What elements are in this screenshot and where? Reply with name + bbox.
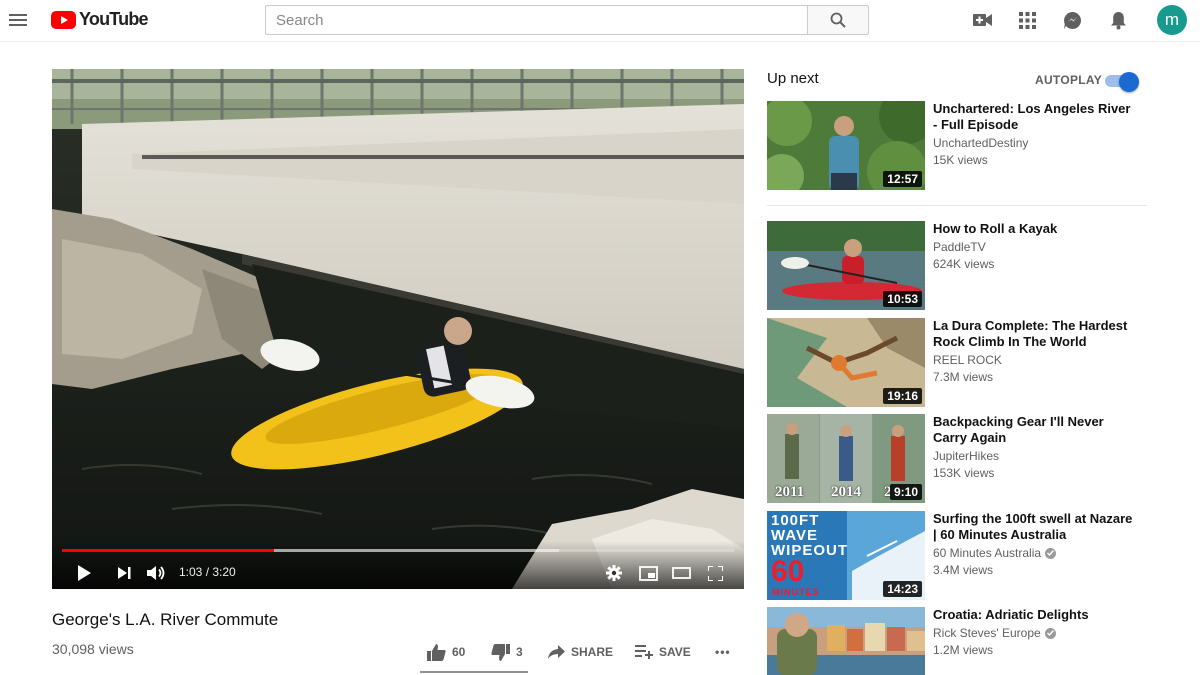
video-views: 153K views bbox=[933, 466, 995, 480]
dislike-count: 3 bbox=[516, 645, 523, 659]
video-views: 15K views bbox=[933, 153, 988, 167]
search-input[interactable] bbox=[265, 5, 807, 35]
save-label: SAVE bbox=[659, 645, 691, 659]
fullscreen-icon[interactable] bbox=[705, 563, 725, 583]
messages-icon[interactable] bbox=[1062, 10, 1082, 30]
recommended-video[interactable]: 19:16 La Dura Complete: The Hardest Rock… bbox=[767, 318, 1147, 408]
thumbnail-year-label: 2014 bbox=[831, 484, 861, 500]
settings-gear-icon[interactable] bbox=[604, 563, 624, 583]
save-button[interactable]: SAVE bbox=[635, 641, 691, 663]
youtube-logo[interactable]: YouTube bbox=[51, 9, 149, 30]
top-bar: YouTube m bbox=[0, 0, 1200, 42]
video-views: 624K views bbox=[933, 257, 995, 271]
video-thumbnail: 2011 2014 2 9:10 bbox=[767, 414, 925, 503]
video-duration: 12:57 bbox=[883, 171, 922, 187]
share-button[interactable]: SHARE bbox=[548, 641, 613, 663]
like-count: 60 bbox=[452, 645, 466, 659]
theater-mode-icon[interactable] bbox=[670, 563, 692, 583]
video-title: Backpacking Gear I'll Never Carry Again bbox=[933, 414, 1104, 445]
video-views: 1.2M views bbox=[933, 643, 994, 657]
more-dots-icon: ••• bbox=[715, 645, 731, 659]
video-frame-kayak-under-bridge bbox=[52, 69, 744, 589]
channel-name: UnchartedDestiny bbox=[933, 136, 1029, 150]
menu-icon[interactable] bbox=[4, 6, 32, 34]
channel-name: REEL ROCK bbox=[933, 353, 1002, 367]
video-thumbnail: 10:53 bbox=[767, 221, 925, 310]
search-button[interactable] bbox=[807, 5, 869, 35]
video-duration: 10:53 bbox=[883, 291, 922, 307]
channel-name: 60 Minutes Australia bbox=[933, 546, 1057, 560]
autoplay-toggle[interactable] bbox=[1105, 72, 1139, 92]
video-thumbnail: 19:16 bbox=[767, 318, 925, 407]
thumbs-up-icon bbox=[427, 643, 446, 661]
video-duration: 9:10 bbox=[889, 484, 922, 500]
recommended-video[interactable]: Croatia: Adriatic Delights Rick Steves' … bbox=[767, 607, 1147, 675]
video-title: Unchartered: Los Angeles River - Full Ep… bbox=[933, 101, 1131, 132]
divider bbox=[767, 205, 1147, 206]
video-views: 3.4M views bbox=[933, 563, 994, 577]
playlist-add-icon bbox=[635, 645, 653, 659]
avatar[interactable]: m bbox=[1157, 5, 1187, 35]
more-actions-button[interactable]: ••• bbox=[715, 641, 731, 663]
channel-name: PaddleTV bbox=[933, 240, 986, 254]
like-button[interactable]: 60 bbox=[427, 641, 465, 663]
video-title: George's L.A. River Commute bbox=[52, 610, 279, 629]
thumbnail-croatia-harbor bbox=[767, 607, 925, 675]
thumbnail-year-label: 2011 bbox=[775, 484, 805, 500]
recommended-video[interactable]: 10:53 How to Roll a Kayak PaddleTV 624K … bbox=[767, 221, 1147, 311]
video-thumbnail: 100FT WAVE WIPEOUT 60 MINUTES 14:23 bbox=[767, 511, 925, 600]
verified-check-icon bbox=[1044, 627, 1056, 639]
progress-played bbox=[62, 549, 274, 552]
play-icon[interactable] bbox=[74, 563, 94, 583]
video-thumbnail: 12:57 bbox=[767, 101, 925, 190]
view-count: 30,098 views bbox=[52, 641, 134, 657]
video-thumbnail bbox=[767, 607, 925, 675]
up-next-video[interactable]: 12:57 Unchartered: Los Angeles River - F… bbox=[767, 101, 1147, 191]
bell-icon[interactable] bbox=[1108, 10, 1128, 30]
next-icon[interactable] bbox=[114, 563, 134, 583]
search-bar bbox=[265, 5, 869, 35]
recommended-video[interactable]: 2011 2014 2 9:10 Backpacking Gear I'll N… bbox=[767, 414, 1147, 504]
miniplayer-icon[interactable] bbox=[637, 563, 659, 583]
video-title: Surfing the 100ft swell at Nazare | 60 M… bbox=[933, 511, 1133, 542]
player-controls: 1:03 / 3:20 bbox=[52, 541, 744, 589]
progress-bar[interactable] bbox=[62, 549, 734, 552]
volume-icon[interactable] bbox=[146, 563, 168, 583]
channel-name: Rick Steves' Europe bbox=[933, 626, 1056, 640]
autoplay-label: AUTOPLAY bbox=[1035, 73, 1103, 87]
share-arrow-icon bbox=[548, 645, 565, 659]
logo-text: YouTube bbox=[79, 9, 149, 29]
toggle-knob bbox=[1119, 72, 1139, 92]
video-duration: 19:16 bbox=[883, 388, 922, 404]
sixty-minutes-logo: 60 bbox=[771, 555, 805, 588]
video-title: La Dura Complete: The Hardest Rock Climb… bbox=[933, 318, 1128, 349]
video-camera-icon[interactable] bbox=[972, 10, 992, 30]
verified-check-icon bbox=[1045, 547, 1057, 559]
thumbnail-caption: 100FT WAVE WIPEOUT bbox=[771, 512, 848, 559]
up-next-heading: Up next bbox=[767, 70, 819, 87]
search-icon bbox=[830, 12, 846, 28]
thumbs-down-icon bbox=[491, 643, 510, 661]
video-title: How to Roll a Kayak bbox=[933, 221, 1058, 236]
youtube-play-logo-icon bbox=[51, 10, 76, 29]
video-views: 7.3M views bbox=[933, 370, 994, 384]
share-label: SHARE bbox=[571, 645, 614, 659]
sentiment-bar bbox=[420, 671, 528, 673]
video-duration: 14:23 bbox=[883, 581, 922, 597]
minutes-logo-text: MINUTES bbox=[772, 587, 820, 597]
channel-name: JupiterHikes bbox=[933, 449, 1000, 463]
apps-grid-icon[interactable] bbox=[1017, 10, 1037, 30]
dislike-button[interactable]: 3 bbox=[491, 641, 523, 663]
video-player[interactable]: 1:03 / 3:20 bbox=[52, 69, 744, 589]
video-title: Croatia: Adriatic Delights bbox=[933, 607, 1089, 622]
time-display: 1:03 / 3:20 bbox=[179, 565, 236, 579]
recommended-video[interactable]: 100FT WAVE WIPEOUT 60 MINUTES 14:23 Surf… bbox=[767, 511, 1147, 601]
